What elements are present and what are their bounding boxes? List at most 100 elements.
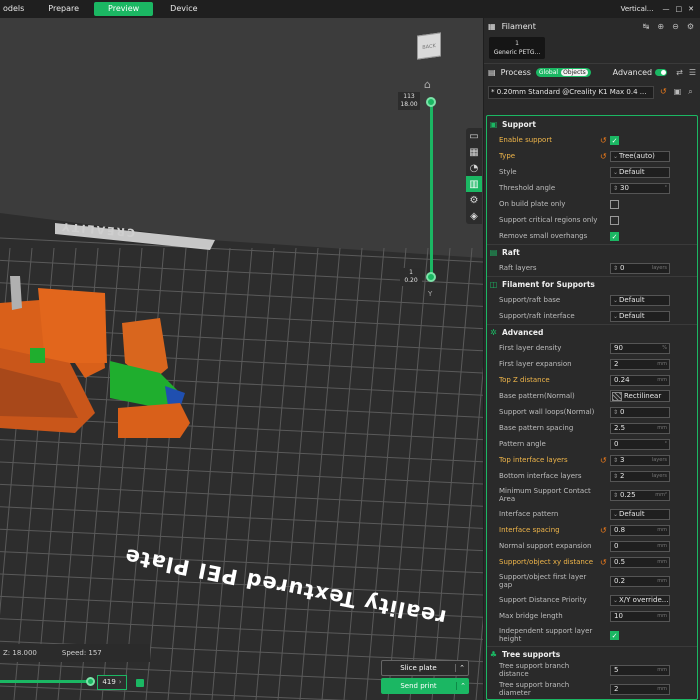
input-wrapper[interactable]: 0.8 mm [610, 524, 670, 536]
setting-spinbox[interactable]: ⇕ 0 [610, 406, 670, 418]
checkbox-wrapper[interactable]: ✓ [610, 231, 619, 241]
input-wrapper[interactable]: 10 mm [610, 610, 670, 622]
tab-device[interactable]: Device [159, 2, 208, 16]
send-print-button[interactable]: Send print ⌃ [381, 678, 469, 694]
setting-checkbox[interactable] [610, 199, 619, 209]
toolbar-legend-icon[interactable]: ▥ [466, 176, 482, 192]
play-toggle-icon[interactable] [136, 679, 144, 687]
3d-viewport[interactable]: CREALITY reality Textured PEI Plate BACK… [0, 18, 483, 700]
sync-icon[interactable]: ↹ [643, 22, 650, 31]
toolbar-extra-icon[interactable]: ◈ [466, 208, 482, 224]
setting-spinbox[interactable]: ⇕ 30 ° [610, 182, 670, 194]
input-wrapper[interactable]: 0 ° [610, 438, 670, 450]
scope-pill[interactable]: Global Objects [535, 68, 591, 77]
stepper-icon[interactable]: ⇕ [611, 456, 620, 465]
stepper-icon[interactable]: ⇕ [611, 184, 620, 193]
setting-checkbox[interactable] [610, 215, 619, 225]
slice-dropdown-icon[interactable]: ⌃ [455, 664, 468, 672]
setting-input[interactable]: 5 mm [610, 664, 670, 676]
setting-input[interactable]: 2.5 mm [610, 422, 670, 434]
save-icon[interactable]: ▣ [674, 87, 682, 97]
horizontal-slider-track[interactable] [0, 680, 90, 683]
close-icon[interactable]: ✕ [688, 5, 694, 13]
toolbar-view-icon[interactable]: ▭ [466, 128, 482, 144]
setting-checkbox[interactable]: ✓ [610, 630, 619, 640]
reset-icon[interactable]: ↺ [600, 152, 607, 161]
tab-models[interactable]: odels [0, 2, 37, 16]
setting-dropdown[interactable]: ⌄X/Y override... [610, 594, 670, 606]
gear-icon[interactable]: ⚙ [687, 22, 694, 31]
tab-prepare[interactable]: Prepare [37, 2, 90, 16]
dropdown-wrapper[interactable]: ⌄Default [610, 508, 670, 520]
stepper-icon[interactable]: ⇕ [611, 408, 620, 417]
spinbox-wrapper[interactable]: ⇕ 3 layers [610, 454, 670, 466]
filament-chip[interactable]: 1 Generic PETG... [489, 37, 545, 59]
toolbar-speed-icon[interactable]: ◔ [466, 160, 482, 176]
pattern-wrapper[interactable]: Rectilinear [610, 390, 670, 402]
maximize-icon[interactable]: □ [676, 5, 683, 13]
remove-icon[interactable]: ⊖ [672, 22, 679, 31]
stepper-icon[interactable]: ⇕ [611, 472, 620, 481]
spinbox-wrapper[interactable]: ⇕ 0 layers [610, 262, 670, 274]
setting-input[interactable]: 0.24 mm [610, 374, 670, 386]
setting-input[interactable]: 90% [610, 342, 670, 354]
input-wrapper[interactable]: 0.2 mm [610, 575, 670, 587]
toolbar-layers-icon[interactable]: ▦ [466, 144, 482, 160]
input-wrapper[interactable]: 2 mm [610, 683, 670, 695]
compare-icon[interactable]: ⇄ [676, 68, 683, 77]
dropdown-wrapper[interactable]: ⌄Default [610, 310, 670, 322]
input-wrapper[interactable]: 2 mm [610, 358, 670, 370]
dropdown-wrapper[interactable]: ⌄Default [610, 166, 670, 178]
stepper-icon[interactable]: ⇕ [611, 491, 620, 500]
dropdown-wrapper[interactable]: ⌄X/Y override... [610, 594, 670, 606]
setting-input[interactable]: 10 mm [610, 610, 670, 622]
checkbox-wrapper[interactable] [610, 199, 619, 209]
send-dropdown-icon[interactable]: ⌃ [456, 682, 469, 690]
setting-input[interactable]: 0 mm [610, 540, 670, 552]
spinbox-wrapper[interactable]: ⇕ 0 [610, 406, 670, 418]
setting-dropdown[interactable]: ⌄Default [610, 508, 670, 520]
setting-input[interactable]: 0.5 mm [610, 556, 670, 568]
setting-spinbox[interactable]: ⇕ 0 layers [610, 262, 670, 274]
add-icon[interactable]: ⊕ [657, 22, 664, 31]
setting-spinbox[interactable]: ⇕ 2 layers [610, 470, 670, 482]
settings-list[interactable]: ▣ Support Enable support ↺ ✓ Type ↺ ⌄Tree(auto)… [486, 115, 698, 700]
pill-objects[interactable]: Objects [561, 69, 588, 76]
checkbox-wrapper[interactable]: ✓ [610, 630, 619, 640]
setting-input[interactable]: 0 ° [610, 438, 670, 450]
layer-slider-track[interactable] [430, 102, 433, 278]
setting-input[interactable]: 2 mm [610, 358, 670, 370]
input-wrapper[interactable]: 90% [610, 342, 670, 354]
reset-icon[interactable]: ↺ [600, 558, 607, 567]
search-icon[interactable]: ⌕ [688, 87, 692, 97]
checkbox-wrapper[interactable]: ✓ [610, 135, 619, 145]
input-wrapper[interactable]: 5 mm [610, 664, 670, 676]
toolbar-settings-icon[interactable]: ⚙ [466, 192, 482, 208]
setting-dropdown[interactable]: ⌄Tree(auto) [610, 150, 670, 162]
setting-checkbox[interactable]: ✓ [610, 231, 619, 241]
printer-name[interactable]: Vertical... [621, 5, 654, 13]
minimize-icon[interactable]: — [663, 5, 670, 13]
setting-spinbox[interactable]: ⇕ 3 layers [610, 454, 670, 466]
setting-dropdown[interactable]: ⌄Default [610, 294, 670, 306]
home-icon[interactable]: ⌂ [424, 78, 431, 91]
spinbox-wrapper[interactable]: ⇕ 30 ° [610, 182, 670, 194]
menu-icon[interactable]: ☰ [689, 68, 696, 77]
slice-plate-button[interactable]: Slice plate ⌃ [381, 660, 469, 676]
advanced-toggle[interactable] [655, 69, 668, 76]
input-wrapper[interactable]: 2.5 mm [610, 422, 670, 434]
reset-preset-icon[interactable]: ↺ [660, 87, 667, 97]
view-cube[interactable]: BACK [417, 32, 441, 60]
tab-preview[interactable]: Preview [94, 2, 154, 16]
reset-icon[interactable]: ↺ [600, 526, 607, 535]
reset-icon[interactable]: ↺ [600, 456, 607, 465]
setting-input[interactable]: 0.2 mm [610, 575, 670, 587]
checkbox-wrapper[interactable] [610, 215, 619, 225]
pattern-select[interactable]: Rectilinear [610, 390, 670, 402]
setting-input[interactable]: 0.8 mm [610, 524, 670, 536]
setting-checkbox[interactable]: ✓ [610, 135, 619, 145]
input-wrapper[interactable]: 0 mm [610, 540, 670, 552]
input-wrapper[interactable]: 0.24 mm [610, 374, 670, 386]
layer-slider-top-knob[interactable] [426, 97, 436, 107]
setting-dropdown[interactable]: ⌄Default [610, 310, 670, 322]
